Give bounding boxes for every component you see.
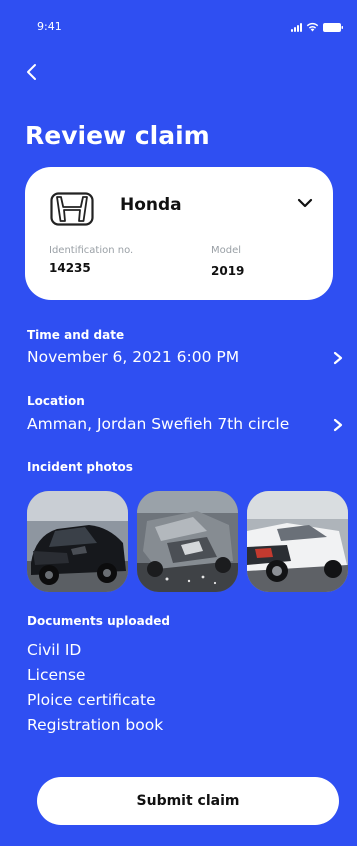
location-value: Amman, Jordan Swefieh 7th circle bbox=[27, 415, 290, 433]
page-title: Review claim bbox=[25, 121, 210, 150]
cellular-signal-icon bbox=[291, 23, 302, 32]
document-item: License bbox=[27, 666, 86, 684]
damaged-white-car-photo[interactable] bbox=[247, 491, 348, 592]
battery-icon bbox=[323, 23, 343, 32]
location-label: Location bbox=[27, 394, 85, 408]
submit-claim-button[interactable]: Submit claim bbox=[37, 777, 339, 825]
status-bar: 9:41 bbox=[0, 0, 357, 40]
document-item: Civil ID bbox=[27, 641, 82, 659]
wifi-icon bbox=[306, 22, 319, 32]
status-icons bbox=[291, 20, 343, 32]
incident-photos-label: Incident photos bbox=[27, 460, 133, 474]
model-value: 2019 bbox=[211, 264, 245, 278]
chevron-down-icon bbox=[297, 198, 313, 208]
incident-photos-row bbox=[27, 491, 357, 595]
status-time: 9:41 bbox=[37, 20, 62, 33]
chevron-right-icon bbox=[333, 351, 343, 365]
identification-label: Identification no. bbox=[49, 245, 134, 256]
chevron-right-icon bbox=[333, 418, 343, 432]
documents-uploaded-label: Documents uploaded bbox=[27, 614, 171, 628]
document-item: Ploice certificate bbox=[27, 691, 156, 709]
vehicle-card: Honda Identification no. 14235 Model 201… bbox=[25, 167, 333, 300]
car-crash-photo[interactable] bbox=[137, 491, 238, 592]
vehicle-name: Honda bbox=[120, 195, 182, 215]
model-field: Model 2019 bbox=[211, 244, 244, 278]
time-and-date-label: Time and date bbox=[27, 328, 125, 342]
honda-logo-icon bbox=[50, 192, 94, 226]
review-claim-screen: 9:41 Review claim Honda Identification n… bbox=[0, 0, 357, 846]
identification-field: Identification no. 14235 bbox=[49, 244, 133, 275]
expand-button[interactable] bbox=[295, 193, 315, 213]
model-label: Model bbox=[211, 245, 242, 256]
damaged-black-car-photo[interactable] bbox=[27, 491, 128, 592]
chevron-left-icon bbox=[27, 64, 36, 80]
time-and-date-row[interactable]: November 6, 2021 6:00 PM bbox=[0, 346, 357, 370]
back-button[interactable] bbox=[26, 60, 50, 84]
time-and-date-value: November 6, 2021 6:00 PM bbox=[27, 348, 240, 366]
document-item: Registration book bbox=[27, 716, 164, 734]
location-row[interactable]: Amman, Jordan Swefieh 7th circle bbox=[0, 413, 357, 437]
identification-value: 14235 bbox=[49, 261, 91, 275]
